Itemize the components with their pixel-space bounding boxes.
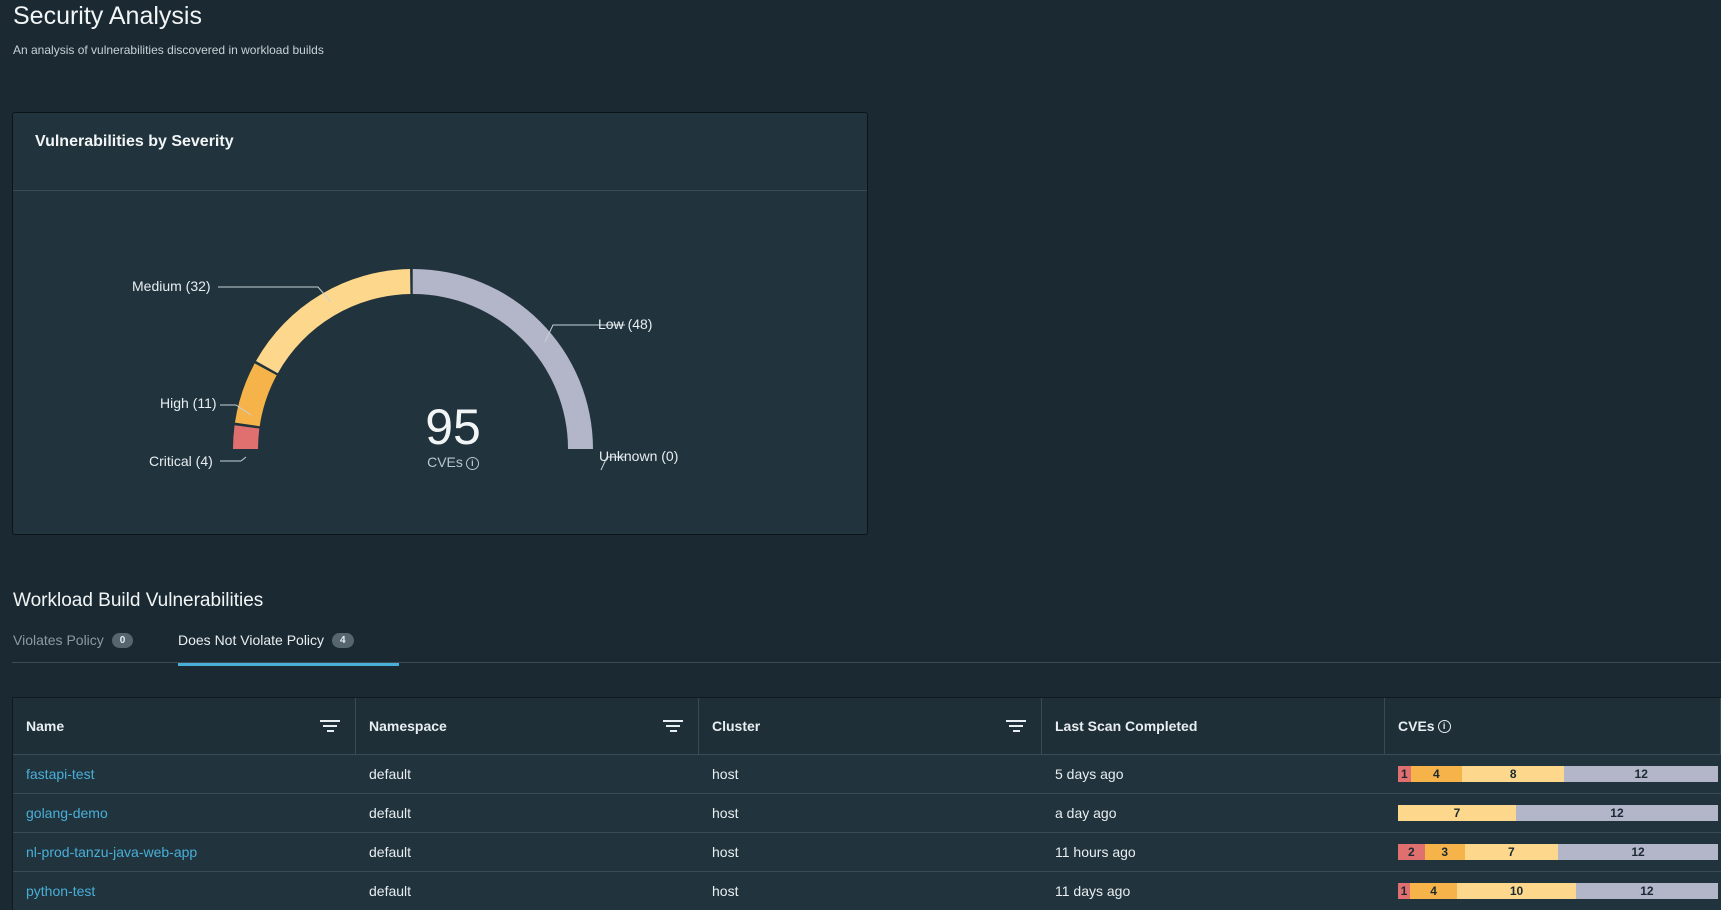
cell-cluster: host bbox=[712, 844, 739, 860]
gauge-segment-critical[interactable] bbox=[233, 425, 260, 449]
table-header: Name Namespace Cluster Last Scan Complet… bbox=[13, 698, 1721, 754]
cell-cves: 1 4 10 12 bbox=[1385, 872, 1721, 910]
column-header-cluster[interactable]: Cluster bbox=[699, 698, 1042, 754]
leader-line-critical bbox=[220, 456, 247, 462]
label-critical: Critical (4) bbox=[149, 453, 213, 469]
cell-namespace: default bbox=[369, 805, 412, 821]
tab-violates-policy[interactable]: Violates Policy 0 bbox=[13, 632, 161, 663]
cell-name: nl-prod-tanzu-java-web-app bbox=[13, 833, 356, 871]
tab-label: Violates Policy bbox=[13, 632, 104, 648]
cell-last-scan: a day ago bbox=[1055, 805, 1117, 821]
cell-namespace: default bbox=[369, 844, 412, 860]
gauge-unit-label: CVEs bbox=[427, 454, 463, 470]
page-subtitle: An analysis of vulnerabilities discovere… bbox=[13, 43, 324, 57]
page-title: Security Analysis bbox=[13, 2, 202, 30]
cell-cves: 2 3 7 12 bbox=[1385, 833, 1721, 871]
gauge-unit: CVEs i bbox=[403, 454, 503, 470]
severity-gauge: 95 CVEs i Medium (32) Low (48) High (11) … bbox=[13, 192, 869, 535]
info-icon[interactable]: i bbox=[1437, 719, 1451, 733]
cell-name: python-test bbox=[13, 872, 356, 910]
table-row[interactable]: python-test default host 11 days ago 1 4 10 12 bbox=[13, 871, 1721, 910]
cell-last-scan: 5 days ago bbox=[1055, 766, 1124, 782]
filter-icon[interactable] bbox=[320, 720, 340, 734]
column-header-name[interactable]: Name bbox=[13, 698, 356, 754]
cell-cves: 7 12 bbox=[1385, 794, 1721, 832]
cve-segment-medium[interactable]: 7 bbox=[1464, 844, 1558, 860]
label-high: High (11) bbox=[160, 395, 217, 411]
tab-label: Does Not Violate Policy bbox=[178, 632, 325, 648]
workload-table: Name Namespace Cluster Last Scan Complet… bbox=[12, 697, 1721, 910]
cve-segment-medium[interactable]: 10 bbox=[1457, 883, 1576, 899]
cell-cluster: host bbox=[712, 766, 739, 782]
cell-cves: 1 4 8 12 bbox=[1385, 755, 1721, 793]
cve-bar: 1 4 10 12 bbox=[1398, 883, 1718, 899]
cve-segment-low[interactable]: 12 bbox=[1575, 883, 1718, 899]
tab-count-badge: 4 bbox=[332, 633, 354, 648]
table-row[interactable]: nl-prod-tanzu-java-web-app default host 11 … bbox=[13, 832, 1721, 871]
column-label: Cluster bbox=[712, 718, 761, 734]
policy-tabs: Violates Policy 0 Does Not Violate Polic… bbox=[12, 628, 1721, 666]
card-title: Vulnerabilities by Severity bbox=[35, 133, 234, 150]
cve-segment-critical[interactable]: 1 bbox=[1398, 883, 1410, 899]
card-header: Vulnerabilities by Severity bbox=[13, 113, 867, 191]
cell-last-scan: 11 days ago bbox=[1055, 883, 1131, 899]
table-body: fastapi-test default host 5 days ago 1 4 8 12 go… bbox=[13, 754, 1721, 910]
cell-cluster: host bbox=[712, 805, 739, 821]
gauge-segment-medium[interactable] bbox=[255, 269, 411, 374]
workload-link[interactable]: golang-demo bbox=[26, 805, 108, 821]
cve-segment-low[interactable]: 12 bbox=[1558, 844, 1718, 860]
label-low: Low (48) bbox=[598, 316, 653, 332]
workload-link[interactable]: fastapi-test bbox=[26, 766, 94, 782]
cell-namespace: default bbox=[369, 883, 412, 899]
cve-segment-medium[interactable]: 7 bbox=[1398, 805, 1516, 821]
gauge-segment-high[interactable] bbox=[234, 363, 277, 427]
column-header-last-scan[interactable]: Last Scan Completed bbox=[1042, 698, 1385, 754]
cve-bar: 2 3 7 12 bbox=[1398, 844, 1718, 860]
workload-link[interactable]: python-test bbox=[26, 883, 95, 899]
cve-segment-low[interactable]: 12 bbox=[1564, 766, 1718, 782]
cve-segment-high[interactable]: 4 bbox=[1409, 883, 1458, 899]
column-label: Namespace bbox=[369, 718, 447, 734]
cve-segment-low[interactable]: 12 bbox=[1515, 805, 1718, 821]
cve-segment-high[interactable]: 4 bbox=[1410, 766, 1462, 782]
cell-name: fastapi-test bbox=[13, 755, 356, 793]
table-row[interactable]: golang-demo default host a day ago 7 12 bbox=[13, 793, 1721, 832]
cve-segment-high[interactable]: 3 bbox=[1424, 844, 1465, 860]
cell-namespace: default bbox=[369, 766, 412, 782]
cve-segment-critical[interactable]: 2 bbox=[1398, 844, 1425, 860]
tab-does-not-violate-policy[interactable]: Does Not Violate Policy 4 bbox=[178, 632, 399, 666]
table-row[interactable]: fastapi-test default host 5 days ago 1 4 8 12 bbox=[13, 754, 1721, 793]
cell-name: golang-demo bbox=[13, 794, 356, 832]
cve-segment-critical[interactable]: 1 bbox=[1398, 766, 1411, 782]
cve-bar: 7 12 bbox=[1398, 805, 1718, 821]
column-label: Last Scan Completed bbox=[1055, 718, 1198, 734]
column-label: Name bbox=[26, 718, 65, 734]
section-title: Workload Build Vulnerabilities bbox=[13, 590, 264, 611]
tab-count-badge: 0 bbox=[111, 633, 134, 648]
label-unknown: Unknown (0) bbox=[599, 448, 679, 464]
cell-cluster: host bbox=[712, 883, 739, 899]
info-icon[interactable]: i bbox=[465, 457, 479, 470]
filter-icon[interactable] bbox=[663, 720, 683, 734]
cell-last-scan: 11 hours ago bbox=[1055, 844, 1136, 860]
filter-icon[interactable] bbox=[1006, 720, 1026, 734]
label-medium: Medium (32) bbox=[132, 278, 211, 294]
cve-segment-medium[interactable]: 8 bbox=[1462, 766, 1565, 782]
severity-card: Vulnerabilities by Severity 95 CVEs i Med… bbox=[12, 112, 868, 535]
workload-link[interactable]: nl-prod-tanzu-java-web-app bbox=[26, 844, 197, 860]
gauge-chart bbox=[218, 269, 625, 471]
column-label: CVEs bbox=[1398, 718, 1435, 734]
cve-bar: 1 4 8 12 bbox=[1398, 766, 1718, 782]
gauge-total: 95 bbox=[425, 399, 481, 455]
column-header-cves[interactable]: CVEs i bbox=[1385, 698, 1721, 754]
column-header-namespace[interactable]: Namespace bbox=[356, 698, 699, 754]
